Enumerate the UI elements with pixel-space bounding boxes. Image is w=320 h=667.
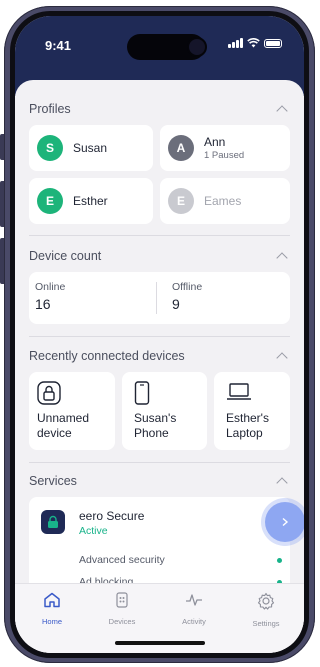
device-name-line2: Phone <box>134 426 169 440</box>
tab-devices[interactable]: Devices <box>97 592 147 626</box>
home-content: Profiles S Susan A Ann 1 Paused E Esther… <box>15 80 304 653</box>
profile-card-eames[interactable]: E Eames <box>160 178 290 224</box>
status-bar: 9:41 <box>15 16 304 72</box>
online-label: Online <box>35 281 66 293</box>
battery-icon <box>264 38 282 48</box>
device-name-line1: Susan's <box>134 411 177 425</box>
section-divider <box>29 462 290 463</box>
offline-value: 9 <box>172 296 180 312</box>
chevron-up-icon[interactable] <box>276 352 288 364</box>
device-name-line1: Esther's <box>226 411 269 425</box>
volume-up-button <box>0 181 4 227</box>
chevron-right-icon <box>282 517 289 527</box>
section-divider <box>29 235 290 236</box>
tab-home[interactable]: Home <box>27 592 77 626</box>
device-count-card[interactable]: Online 16 Offline 9 <box>29 272 290 324</box>
status-time: 9:41 <box>45 38 72 53</box>
avatar: S <box>37 135 63 161</box>
profile-status: 1 Paused <box>204 150 245 161</box>
action-button <box>0 134 4 160</box>
tab-devices-label: Devices <box>108 617 136 626</box>
profile-card-ann[interactable]: A Ann 1 Paused <box>160 125 290 171</box>
profiles-title: Profiles <box>29 102 71 116</box>
device-label: Susan's Phone <box>134 411 176 441</box>
profiles-header[interactable]: Profiles <box>29 100 290 118</box>
recent-devices-header[interactable]: Recently connected devices <box>29 347 290 365</box>
offline-label: Offline <box>172 281 203 293</box>
status-dot <box>277 558 282 563</box>
services-title: Services <box>29 474 77 488</box>
camera-icon <box>187 37 207 57</box>
avatar: E <box>168 188 194 214</box>
online-metric: Online 16 <box>35 281 65 312</box>
online-value: 16 <box>35 296 51 312</box>
metric-divider <box>156 282 157 314</box>
volume-down-button <box>0 238 4 284</box>
chevron-up-icon[interactable] <box>276 105 288 117</box>
tab-activity-label: Activity <box>182 617 206 626</box>
device-name-line1: Unnamed <box>37 411 90 425</box>
chevron-up-icon[interactable] <box>276 252 288 264</box>
tab-activity[interactable]: Activity <box>169 592 219 626</box>
tab-bar: Home Devices Activity Settings <box>15 583 304 653</box>
recent-devices-title: Recently connected devices <box>29 349 185 363</box>
tab-settings[interactable]: Settings <box>241 592 291 628</box>
profile-card-susan[interactable]: S Susan <box>29 125 153 171</box>
lock-icon <box>48 515 58 528</box>
avatar: E <box>37 188 63 214</box>
avatar: A <box>168 135 194 161</box>
eero-secure-badge <box>41 510 65 534</box>
app-screen: 9:41 Profiles S Susan A Ann 1 Paused E E… <box>15 16 304 653</box>
device-name-line2: device <box>37 426 72 440</box>
profile-card-esther[interactable]: E Esther <box>29 178 153 224</box>
tab-settings-label: Settings <box>252 619 280 628</box>
device-card-esthers-laptop[interactable]: Esther's Laptop <box>214 372 290 450</box>
profile-name: Susan <box>73 141 108 155</box>
phone-frame: 9:41 Profiles S Susan A Ann 1 Paused E E… <box>0 6 315 663</box>
signal-icon <box>228 38 243 48</box>
home-indicator <box>115 641 205 645</box>
laptop-icon <box>227 383 251 400</box>
gear-icon <box>257 592 275 610</box>
wifi-icon <box>247 38 260 48</box>
profile-name: Esther <box>73 194 108 208</box>
eero-secure-card[interactable]: eero Secure Active Advanced security Ad … <box>29 497 290 597</box>
device-name-line2: Laptop <box>226 426 263 440</box>
device-count-title: Device count <box>29 249 102 263</box>
eero-secure-status: Active <box>79 525 108 537</box>
section-divider <box>29 336 290 337</box>
device-count-header[interactable]: Device count <box>29 247 290 265</box>
status-icons <box>228 38 282 48</box>
devices-icon <box>116 592 128 608</box>
device-label: Unnamed device <box>37 411 89 441</box>
chevron-right-button[interactable] <box>265 502 304 542</box>
tab-home-label: Home <box>41 617 62 626</box>
eero-secure-title: eero Secure <box>79 509 145 523</box>
chevron-up-icon[interactable] <box>276 477 288 489</box>
home-icon <box>44 592 60 608</box>
services-header[interactable]: Services <box>29 472 290 490</box>
device-card-unnamed[interactable]: Unnamed device <box>29 372 115 450</box>
phone-bezel: 9:41 Profiles S Susan A Ann 1 Paused E E… <box>10 11 309 658</box>
activity-icon <box>186 594 202 606</box>
offline-metric: Offline 9 <box>172 281 202 312</box>
feature-advanced-security: Advanced security <box>79 554 165 566</box>
lock-icon <box>37 381 61 405</box>
device-label: Esther's Laptop <box>226 411 269 441</box>
profile-name: Eames <box>204 194 242 208</box>
phone-icon <box>134 381 150 405</box>
profile-name: Ann <box>204 135 226 149</box>
device-card-susans-phone[interactable]: Susan's Phone <box>122 372 207 450</box>
